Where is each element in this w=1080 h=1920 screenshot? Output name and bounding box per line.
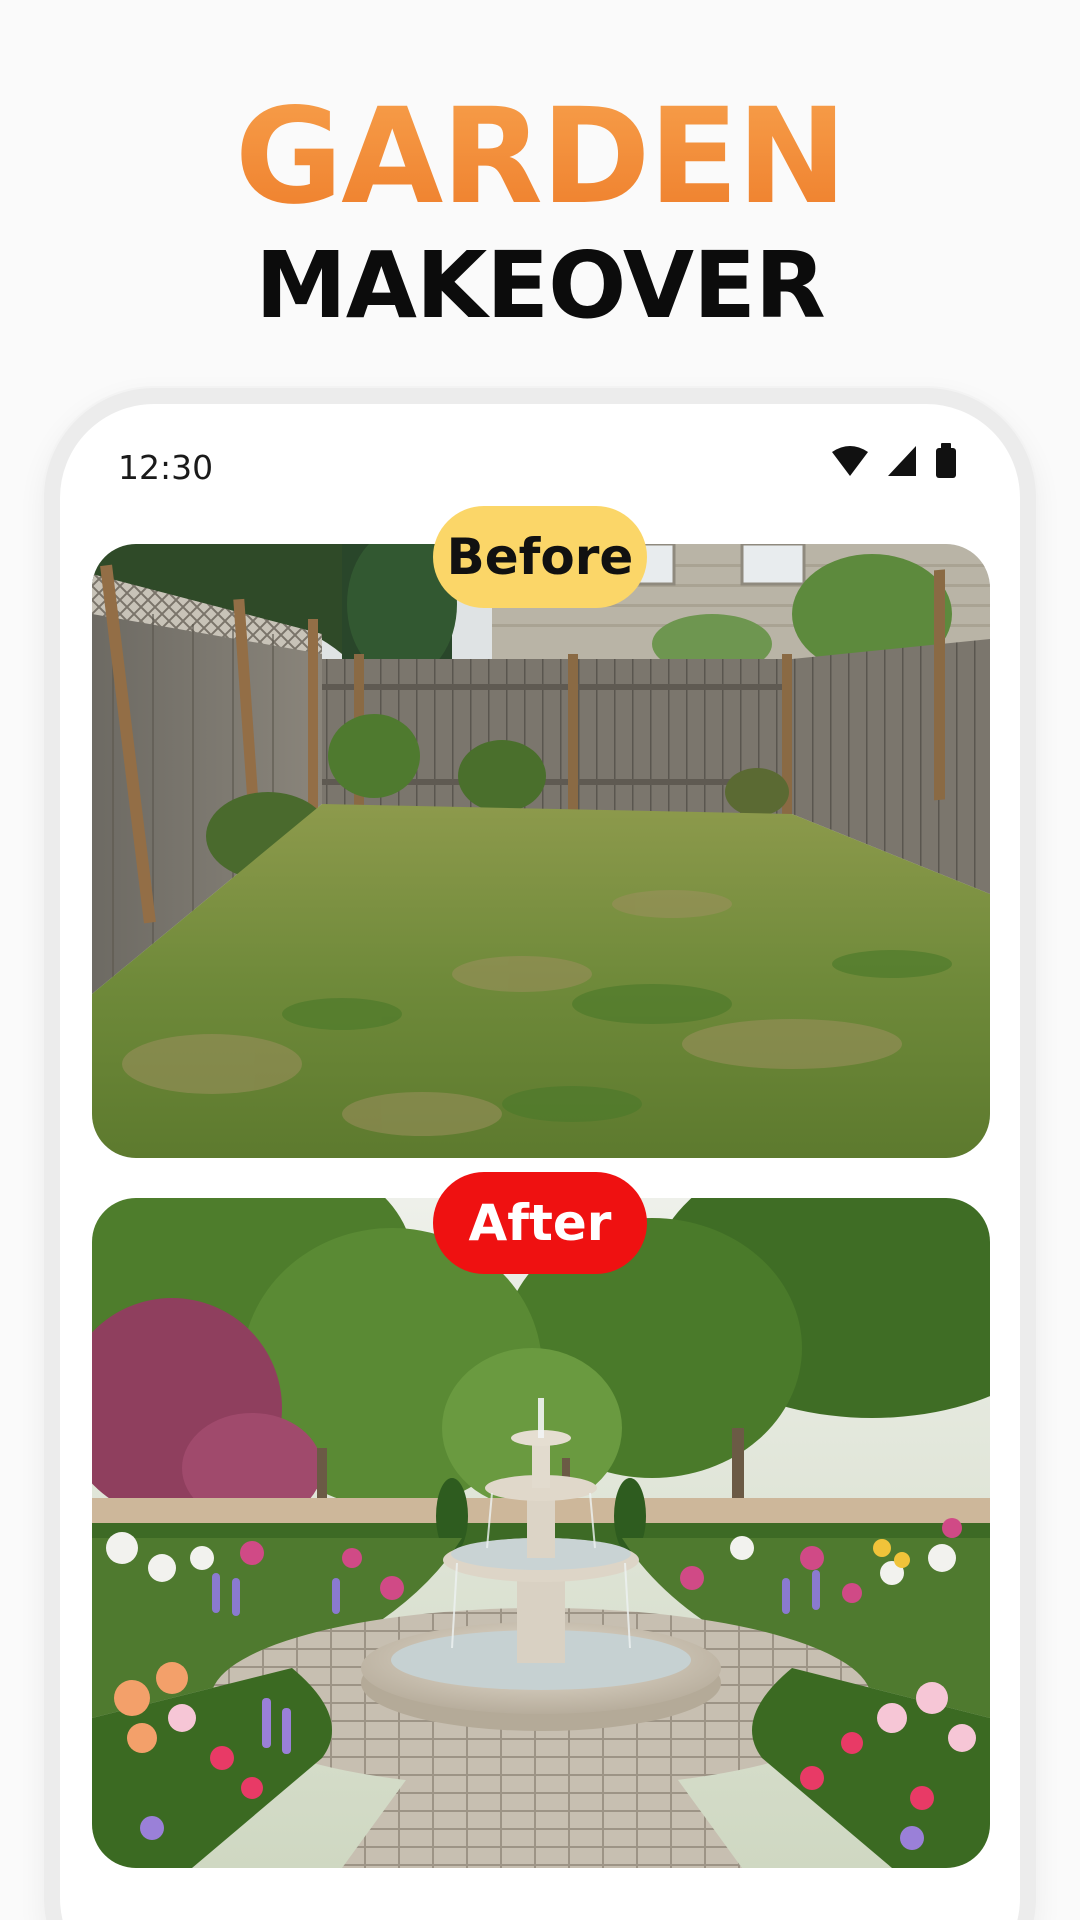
before-photo [92,544,990,1158]
wifi-icon [832,446,868,476]
after-photo [92,1198,990,1868]
after-badge: After [433,1172,647,1274]
battery-icon [936,443,956,478]
before-badge: Before [433,506,647,608]
headline-makeover: MAKEOVER [255,232,826,339]
status-icons [832,443,956,478]
status-time: 12:30 [118,448,214,487]
headline-garden: GARDEN [0,80,1080,234]
signal-icon [888,446,916,476]
